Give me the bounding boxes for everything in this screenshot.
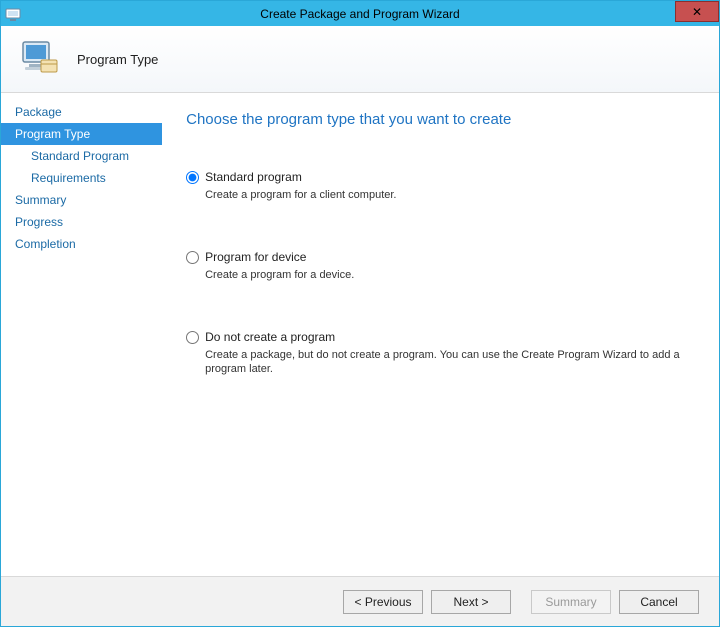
option-description: Create a program for a client computer. (205, 188, 697, 202)
option-label: Program for device (205, 250, 306, 264)
sidebar-item-label: Package (15, 105, 62, 119)
sidebar-item-label: Summary (15, 193, 66, 207)
next-button[interactable]: Next > (431, 590, 511, 614)
program-type-options: Standard program Create a program for a c… (186, 170, 697, 376)
window-title: Create Package and Program Wizard (1, 7, 719, 21)
sidebar-item-label: Standard Program (31, 149, 129, 163)
option-row-none[interactable]: Do not create a program (186, 330, 697, 344)
option-row-device[interactable]: Program for device (186, 250, 697, 264)
computer-icon (19, 38, 61, 80)
cancel-button[interactable]: Cancel (619, 590, 699, 614)
wizard-body: Package Program Type Standard Program Requi… (1, 93, 719, 576)
sidebar-item-completion[interactable]: Completion (1, 233, 162, 255)
app-icon (5, 6, 21, 22)
wizard-window: Create Package and Program Wizard ✕ Prog… (0, 0, 720, 627)
option-row-standard[interactable]: Standard program (186, 170, 697, 184)
wizard-footer: < Previous Next > Summary Cancel (1, 576, 719, 626)
option-description: Create a program for a device. (205, 268, 697, 282)
summary-button[interactable]: Summary (531, 590, 611, 614)
sidebar-item-package[interactable]: Package (1, 101, 162, 123)
option-device: Program for device Create a program for a… (186, 250, 697, 282)
sidebar-item-requirements[interactable]: Requirements (1, 167, 162, 189)
option-standard: Standard program Create a program for a c… (186, 170, 697, 202)
radio-none[interactable] (186, 331, 199, 344)
radio-standard[interactable] (186, 171, 199, 184)
content-heading: Choose the program type that you want to… (186, 111, 697, 128)
previous-button[interactable]: < Previous (343, 590, 423, 614)
close-icon: ✕ (692, 5, 702, 19)
close-button[interactable]: ✕ (675, 1, 719, 22)
sidebar-item-program-type[interactable]: Program Type (1, 123, 162, 145)
radio-device[interactable] (186, 251, 199, 264)
wizard-sidebar: Package Program Type Standard Program Requi… (1, 93, 162, 576)
option-label: Standard program (205, 170, 302, 184)
wizard-banner: Program Type (1, 26, 719, 93)
sidebar-item-label: Requirements (31, 171, 106, 185)
sidebar-item-label: Progress (15, 215, 63, 229)
sidebar-item-label: Program Type (15, 127, 90, 141)
option-none: Do not create a program Create a package,… (186, 330, 697, 376)
wizard-content: Choose the program type that you want to… (162, 93, 719, 576)
sidebar-item-progress[interactable]: Progress (1, 211, 162, 233)
title-bar: Create Package and Program Wizard ✕ (1, 1, 719, 26)
sidebar-item-label: Completion (15, 237, 76, 251)
sidebar-item-summary[interactable]: Summary (1, 189, 162, 211)
banner-title: Program Type (77, 52, 158, 67)
option-description: Create a package, but do not create a pr… (205, 348, 697, 376)
option-label: Do not create a program (205, 330, 335, 344)
sidebar-item-standard-program[interactable]: Standard Program (1, 145, 162, 167)
